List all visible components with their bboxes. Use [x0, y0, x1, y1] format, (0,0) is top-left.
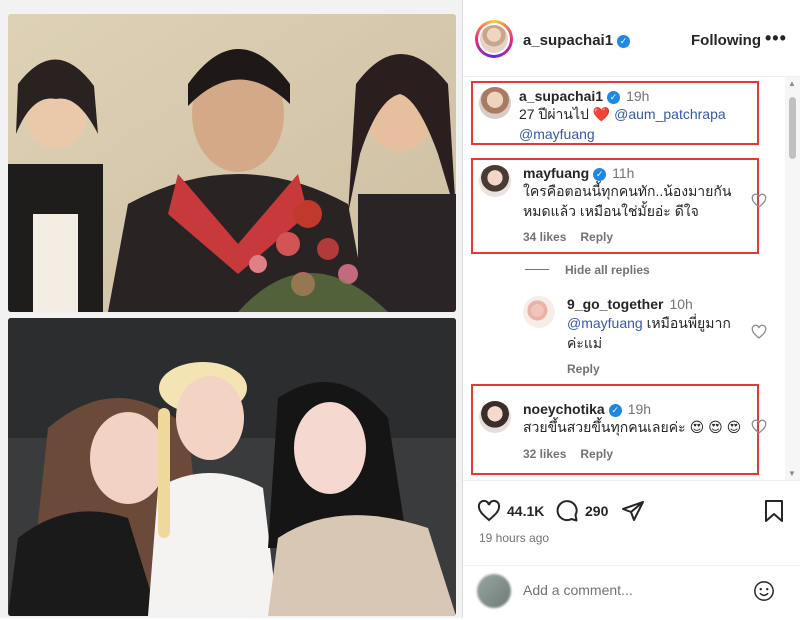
comment-avatar[interactable] — [479, 87, 511, 119]
add-comment-bar: Add a comment... — [463, 565, 800, 620]
comment-icon[interactable] — [555, 499, 579, 523]
add-comment-input[interactable]: Add a comment... — [523, 582, 633, 598]
reply-avatar[interactable] — [523, 296, 555, 328]
reply-button[interactable]: Reply — [580, 447, 613, 461]
mention-link[interactable]: @mayfuang — [519, 126, 595, 142]
more-options-icon[interactable]: ••• — [765, 28, 787, 49]
share-icon[interactable] — [621, 499, 645, 523]
comment-text-line: ใครคือตอนนี้ทุกคนทัก..น้องมายกัน — [523, 183, 732, 199]
comment-avatar[interactable] — [479, 401, 511, 433]
like-icon[interactable] — [477, 499, 501, 523]
hide-replies-line — [525, 269, 549, 270]
reply-meta: Reply — [567, 362, 614, 376]
comment-text-part: สวยขึ้นสวยขึ้นทุกคนเลยค่ะ — [523, 419, 686, 435]
comment-text-line: หมดแล้ว เหมือนใช่มั้ยอ่ะ ดีใจ — [523, 203, 699, 219]
comment-text: 27 ปีผ่านไป ❤️ @aum_patchrapa @mayfuang — [519, 104, 759, 144]
save-bookmark-icon[interactable] — [763, 499, 785, 523]
scroll-up-arrow-icon[interactable]: ▲ — [788, 79, 796, 88]
hide-replies-button[interactable]: Hide all replies — [525, 263, 650, 277]
comment-username[interactable]: a_supachai1 — [519, 88, 603, 104]
likes-count[interactable]: 32 likes — [523, 447, 566, 461]
current-user-avatar — [477, 574, 511, 608]
author-username[interactable]: a_supachai1 ✓ — [523, 32, 631, 49]
comment-username[interactable]: mayfuang — [523, 165, 589, 181]
comment-header: noeychotika ✓ 19h — [523, 401, 651, 417]
verified-icon: ✓ — [617, 35, 631, 48]
reply-time: 10h — [669, 296, 693, 312]
author-avatar[interactable] — [475, 20, 513, 58]
like-comment-icon[interactable] — [751, 324, 767, 340]
like-comment-icon[interactable] — [751, 193, 767, 209]
comment-meta: 34 likes Reply — [523, 230, 627, 244]
following-button[interactable]: Following — [691, 32, 761, 49]
likes-count[interactable]: 44.1K — [507, 503, 544, 519]
post-media — [0, 0, 462, 618]
comments-scrollbar[interactable]: ▲ ▼ — [785, 77, 800, 480]
reply-text-part: เหมือนพี่ยูมาก — [642, 315, 731, 331]
comment-username[interactable]: noeychotika — [523, 401, 605, 417]
heart-emoji: ❤️ — [592, 106, 611, 122]
post-photo-graduation[interactable] — [8, 14, 456, 312]
comments-panel: a_supachai1 ✓ Following ••• a_supachai1 ✓ 1… — [463, 0, 800, 618]
post-actions: 44.1K 290 19 hours ago Add a comment... — [463, 480, 800, 619]
comment-text: สวยขึ้นสวยขึ้นทุกคนเลยค่ะ 😍 😍 😍 — [523, 417, 753, 437]
scroll-thumb[interactable] — [789, 97, 796, 159]
reply-header: 9_go_together 10h — [567, 296, 693, 312]
likes-count[interactable]: 34 likes — [523, 230, 566, 244]
reply-text: @mayfuang เหมือนพี่ยูมาก ค่ะแม่ — [567, 313, 747, 353]
verified-icon: ✓ — [607, 91, 621, 104]
like-comment-icon[interactable] — [751, 419, 767, 435]
verified-icon: ✓ — [608, 404, 622, 417]
hide-replies-label: Hide all replies — [565, 263, 650, 277]
posted-time: 19 hours ago — [479, 531, 550, 545]
emoji-picker-icon[interactable] — [753, 580, 775, 602]
comment-time: 19h — [626, 88, 650, 104]
reply-username[interactable]: 9_go_together — [567, 296, 663, 312]
comment-avatar[interactable] — [479, 165, 511, 197]
comment-header: a_supachai1 ✓ 19h — [519, 88, 649, 104]
comment-time: 11h — [612, 165, 635, 181]
reply-button[interactable]: Reply — [580, 230, 613, 244]
comments-list: a_supachai1 ✓ 19h 27 ปีผ่านไป ❤️ @aum_patc… — [463, 77, 783, 480]
comment-text: ใครคือตอนนี้ทุกคนทัก..น้องมายกัน หมดแล้ว… — [523, 181, 753, 221]
mention-link[interactable]: @mayfuang — [567, 315, 643, 331]
comment-text-part: 27 ปีผ่านไป — [519, 106, 593, 122]
comments-count[interactable]: 290 — [585, 503, 608, 519]
verified-icon: ✓ — [593, 168, 607, 181]
scroll-down-arrow-icon[interactable]: ▼ — [788, 469, 796, 478]
post-photo-friends[interactable] — [8, 318, 456, 616]
author-username-text: a_supachai1 — [523, 32, 614, 49]
heart-eyes-emoji: 😍 😍 😍 — [689, 419, 742, 435]
comment-meta: 32 likes Reply — [523, 447, 627, 461]
reply-button[interactable]: Reply — [567, 362, 600, 376]
comment-time: 19h — [627, 401, 652, 417]
reply-text-line: ค่ะแม่ — [567, 335, 603, 351]
post-header: a_supachai1 ✓ Following ••• — [463, 0, 800, 77]
comment-header: mayfuang ✓ 11h — [523, 165, 634, 181]
mention-link[interactable]: @aum_patchrapa — [614, 106, 726, 122]
